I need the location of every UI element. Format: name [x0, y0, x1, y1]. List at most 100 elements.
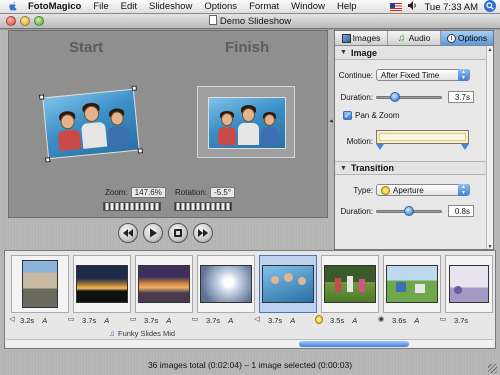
slide-info: 3.7s A	[73, 315, 133, 325]
menu-app-name[interactable]: FotoMagico	[22, 0, 87, 14]
crop-handle-top-right[interactable]	[131, 85, 137, 91]
transition-marker-icon[interactable]: ▭	[67, 315, 75, 324]
menu-help[interactable]: Help	[331, 0, 363, 14]
motion-start-marker-icon[interactable]	[376, 144, 384, 150]
image-duration-slider[interactable]	[376, 91, 442, 103]
motion-row: Motion:	[335, 130, 487, 152]
menu-file[interactable]: File	[87, 0, 114, 14]
fast-forward-icon	[198, 229, 208, 237]
slide-thumbnail[interactable]	[383, 255, 441, 313]
start-heading: Start	[69, 39, 104, 56]
zoom-thumbwheel[interactable]	[103, 202, 161, 211]
pan-zoom-checkbox[interactable]: ✓	[343, 111, 352, 120]
options-icon: i	[446, 33, 456, 43]
crop-handle-bottom-left[interactable]	[45, 157, 51, 163]
start-frame[interactable]	[38, 85, 144, 163]
zoom-button[interactable]	[34, 16, 44, 26]
slide-duration: 3.7s	[144, 315, 159, 325]
slide-thumbnail[interactable]	[445, 255, 493, 313]
apple-menu-icon[interactable]	[8, 1, 18, 12]
crop-handle-bottom-right[interactable]	[137, 148, 144, 154]
volume-icon[interactable]	[408, 1, 418, 13]
rotation-readout: Rotation: -5.5°	[175, 187, 236, 198]
start-photo	[42, 88, 140, 160]
slider-knob[interactable]	[390, 92, 400, 102]
stop-icon	[174, 229, 182, 237]
spotlight-icon[interactable]	[484, 0, 496, 15]
transition-marker-icon[interactable]: ◁	[253, 315, 261, 324]
play-button[interactable]	[143, 223, 163, 243]
transition-type-label: Type:	[353, 185, 373, 195]
slide-duration: 3.7s	[206, 315, 221, 325]
transition-marker-icon[interactable]: ▭	[129, 315, 137, 324]
slide-thumbnail[interactable]	[197, 255, 255, 313]
continue-popup[interactable]: After Fixed Time ▲ ▼	[376, 69, 470, 81]
slide-duration: 3.7s	[82, 315, 97, 325]
pan-zoom-label: Pan & Zoom	[355, 111, 400, 120]
slide-duration: 3.6s	[392, 315, 407, 325]
zoom-readout: Zoom: 147.6%	[105, 187, 166, 198]
scroll-up-icon[interactable]: ▲	[487, 47, 493, 53]
stop-button[interactable]	[168, 223, 188, 243]
inspector-drawer: Images ♫ Audio i Options ▼ Image Continu…	[334, 30, 494, 250]
pan-zoom-row: ✓ Pan & Zoom	[335, 111, 487, 120]
timeline-scrollbar[interactable]	[7, 339, 493, 347]
menu-slideshow[interactable]: Slideshow	[143, 0, 198, 14]
transition-marker-icon[interactable]: ◉	[377, 315, 385, 324]
menu-options[interactable]: Options	[198, 0, 243, 14]
menu-format[interactable]: Format	[243, 0, 285, 14]
fast-forward-button[interactable]	[193, 223, 213, 243]
slide-info: 3.5s A	[321, 315, 381, 325]
aperture-transition-icon[interactable]	[315, 315, 323, 324]
rewind-button[interactable]	[118, 223, 138, 243]
image-section-header[interactable]: ▼ Image	[335, 46, 493, 60]
slide-thumbnail[interactable]	[321, 255, 379, 313]
slide-duration: 3.5s	[330, 315, 345, 325]
slide-auto-indicator: A	[414, 315, 420, 325]
transition-duration-slider[interactable]	[376, 205, 442, 217]
motion-editor[interactable]	[376, 130, 469, 152]
transition-type-popup[interactable]: Aperture ▲ ▼	[376, 184, 470, 196]
crop-handle-top-left[interactable]	[38, 94, 45, 100]
transition-marker-icon[interactable]: ▭	[439, 315, 447, 324]
main-window: Start Finish Zoom: 147.6% Rotation: -5.5…	[0, 30, 500, 375]
inspector-scrollbar[interactable]: ▲ ▼	[486, 46, 493, 249]
tab-audio[interactable]: ♫ Audio	[388, 31, 441, 45]
motion-end-marker-icon[interactable]	[461, 144, 469, 150]
tab-options[interactable]: i Options	[441, 31, 493, 45]
tab-images-label: Images	[352, 33, 381, 43]
timeline-scroll-thumb[interactable]	[299, 341, 409, 347]
image-duration-row: Duration: 3.7s	[335, 91, 487, 103]
rotation-thumbwheel[interactable]	[174, 202, 232, 211]
zoom-label: Zoom:	[105, 188, 128, 197]
slider-knob[interactable]	[404, 206, 414, 216]
tab-images[interactable]: Images	[335, 31, 388, 45]
window-title: Demo Slideshow	[219, 16, 292, 27]
menu-edit[interactable]: Edit	[115, 0, 143, 14]
slide-thumbnail[interactable]	[11, 255, 69, 313]
finish-heading: Finish	[225, 39, 270, 56]
finish-frame[interactable]	[197, 86, 295, 158]
transition-marker-icon[interactable]: ▭	[191, 315, 199, 324]
input-menu-flag-icon[interactable]	[390, 3, 403, 11]
menu-clock[interactable]: Tue 7:33 AM	[424, 2, 478, 13]
image-duration-field[interactable]: 3.7s	[448, 91, 474, 103]
close-button[interactable]	[6, 16, 16, 26]
document-proxy-icon[interactable]	[208, 15, 217, 25]
image-section-title: Image	[350, 47, 377, 58]
slide-thumbnail[interactable]	[135, 255, 193, 313]
transition-marker-icon[interactable]: ◁	[8, 315, 16, 324]
slide-thumbnail[interactable]	[73, 255, 131, 313]
inspector-tabs: Images ♫ Audio i Options	[335, 31, 493, 46]
slide-thumbnail-selected[interactable]	[259, 255, 317, 313]
transition-section-header[interactable]: ▼ Transition	[335, 161, 487, 175]
menu-extras: Tue 7:33 AM	[390, 0, 496, 14]
minimize-button[interactable]	[20, 16, 30, 26]
transition-duration-field[interactable]: 0.8s	[448, 205, 474, 217]
audio-track[interactable]: ♫ Funky Slides Mid	[109, 328, 175, 338]
disclosure-open-icon: ▼	[340, 49, 347, 56]
menu-bar: FotoMagico File Edit Slideshow Options F…	[0, 0, 500, 14]
menu-window[interactable]: Window	[285, 0, 331, 14]
transition-section-title: Transition	[350, 163, 394, 173]
music-note-icon: ♫	[109, 328, 115, 338]
